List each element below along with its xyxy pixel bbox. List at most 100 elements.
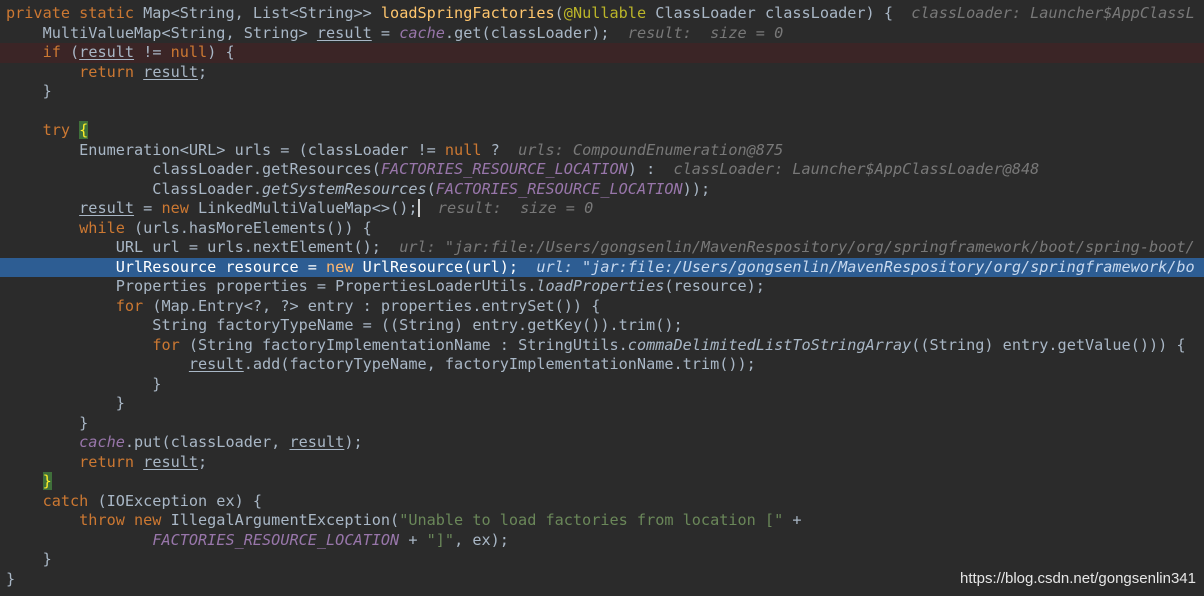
code-line-current-execution[interactable]: UrlResource resource = new UrlResource(u… — [0, 257, 1204, 277]
code-line[interactable]: return result; — [0, 453, 1204, 473]
code-line[interactable]: throw new IllegalArgumentException("Unab… — [0, 511, 1204, 531]
code-token: (urls.hasMoreElements()) { — [124, 218, 372, 237]
code-token: != — [134, 43, 171, 61]
code-line[interactable]: return result; — [0, 63, 1204, 83]
code-token: ; — [198, 62, 208, 81]
code-token: (String factoryImplementationName : Stri… — [179, 335, 628, 354]
code-line[interactable]: while (urls.hasMoreElements()) { — [0, 219, 1204, 239]
code-token: IllegalArgumentException( — [170, 511, 400, 529]
code-line[interactable]: } — [0, 550, 1204, 570]
code-line[interactable]: for (String factoryImplementationName : … — [0, 336, 1204, 356]
code-line[interactable]: result.add(factoryTypeName, factoryImple… — [0, 355, 1204, 375]
keyword-token: if — [42, 43, 61, 61]
code-line[interactable]: private static Map<String, List<String>>… — [0, 4, 1204, 24]
keyword-token: catch — [42, 491, 89, 510]
code-line[interactable]: String factoryTypeName = ((String) entry… — [0, 316, 1204, 336]
matched-brace: { — [79, 121, 89, 139]
variable-token: result — [143, 452, 199, 471]
constant-token: FACTORIES_RESOURCE_LOCATION — [152, 530, 400, 549]
code-token: = — [371, 23, 400, 42]
code-token: ((String) entry.getValue())) { — [911, 335, 1186, 354]
code-line[interactable]: classLoader.getResources(FACTORIES_RESOU… — [0, 160, 1204, 180]
code-line[interactable]: } — [0, 375, 1204, 395]
keyword-token: null — [170, 43, 208, 61]
code-line[interactable]: } — [0, 472, 1204, 492]
code-token: + — [399, 530, 427, 549]
keyword-token: private static — [6, 4, 144, 22]
code-token: URL url = urls.nextElement(); — [6, 238, 400, 256]
code-token: ( — [426, 179, 436, 198]
code-line-highlighted[interactable]: if (result != null) { — [0, 43, 1204, 63]
code-token: ClassLoader. — [6, 179, 263, 198]
variable-token: result — [79, 43, 135, 61]
string-token: "Unable to load factories from location … — [399, 511, 784, 529]
code-line[interactable]: Enumeration<URL> urls = (classLoader != … — [0, 141, 1204, 161]
code-line[interactable]: FACTORIES_RESOURCE_LOCATION + "]", ex); — [0, 531, 1204, 551]
code-token: , ex); — [454, 530, 509, 549]
code-token: = — [134, 199, 162, 217]
static-call-token: commaDelimitedListToStringArray — [627, 335, 912, 354]
matched-brace: } — [42, 472, 52, 490]
code-line[interactable]: Properties properties = PropertiesLoader… — [0, 277, 1204, 297]
code-line[interactable]: for (Map.Entry<?, ?> entry : properties.… — [0, 297, 1204, 317]
code-line[interactable]: catch (IOException ex) { — [0, 492, 1204, 512]
code-token: } — [6, 82, 52, 100]
code-token: ) : — [627, 160, 674, 178]
code-token: .get(classLoader); — [444, 23, 628, 42]
field-token: cache — [79, 433, 125, 451]
variable-token: result — [188, 355, 244, 373]
code-token: .add(factoryTypeName, factoryImplementat… — [243, 355, 756, 373]
code-line[interactable]: } — [0, 414, 1204, 434]
code-token: UrlResource resource = — [6, 257, 327, 276]
debug-hint: classLoader: Launcher$AppClassLoader@848 — [673, 160, 1040, 178]
code-line[interactable]: result = new LinkedMultiValueMap<>(); re… — [0, 199, 1204, 219]
code-token: ( — [554, 4, 564, 22]
code-line[interactable]: } — [0, 82, 1204, 102]
code-token: )); — [682, 179, 711, 198]
watermark: https://blog.csdn.net/gongsenlin341 — [959, 570, 1196, 587]
code-line[interactable]: } — [0, 394, 1204, 414]
code-line[interactable]: try { — [0, 121, 1204, 141]
keyword-token: return — [79, 62, 144, 81]
debug-hint: url: "jar:file:/Users/gongsenlin/MavenRe… — [536, 257, 1195, 276]
code-token: } — [6, 413, 89, 432]
code-token: UrlResource(url); — [362, 257, 537, 276]
keyword-token: new — [326, 257, 363, 276]
keyword-token: while — [79, 218, 125, 237]
code-token: Properties properties = PropertiesLoader… — [6, 277, 537, 295]
code-line[interactable]: ClassLoader.getSystemResources(FACTORIES… — [0, 180, 1204, 200]
code-line[interactable]: URL url = urls.nextElement(); url: "jar:… — [0, 238, 1204, 258]
string-token: "]" — [426, 530, 455, 549]
code-token: + — [783, 511, 802, 529]
code-line[interactable]: cache.put(classLoader, result); — [0, 433, 1204, 453]
annotation-token: @Nullable — [563, 4, 656, 22]
debug-hint: result: size = 0 — [437, 199, 594, 217]
keyword-token: return — [79, 452, 144, 471]
keyword-token: throw new — [79, 511, 171, 529]
variable-token: result — [289, 433, 345, 451]
code-line[interactable] — [0, 102, 1204, 122]
code-token: Map<String, List<String>> — [143, 4, 381, 22]
keyword-token: for — [115, 296, 144, 315]
code-token: .put(classLoader, — [124, 433, 290, 451]
code-token: ( — [60, 43, 80, 61]
code-token: ) { — [207, 43, 235, 61]
variable-token: result — [143, 62, 199, 81]
constant-token: FACTORIES_RESOURCE_LOCATION — [435, 179, 683, 198]
code-editor[interactable]: private static Map<String, List<String>>… — [0, 0, 1204, 596]
debug-hint: classLoader: Launcher$AppClassL — [911, 4, 1195, 22]
code-token: } — [6, 550, 52, 568]
code-line[interactable]: MultiValueMap<String, String> result = c… — [0, 24, 1204, 44]
keyword-token: new — [161, 199, 199, 217]
code-token: (IOException ex) { — [88, 491, 263, 510]
code-token: ; — [198, 452, 208, 471]
code-token: } — [6, 374, 162, 393]
debug-hint: url: "jar:file:/Users/gongsenlin/MavenRe… — [399, 238, 1195, 256]
